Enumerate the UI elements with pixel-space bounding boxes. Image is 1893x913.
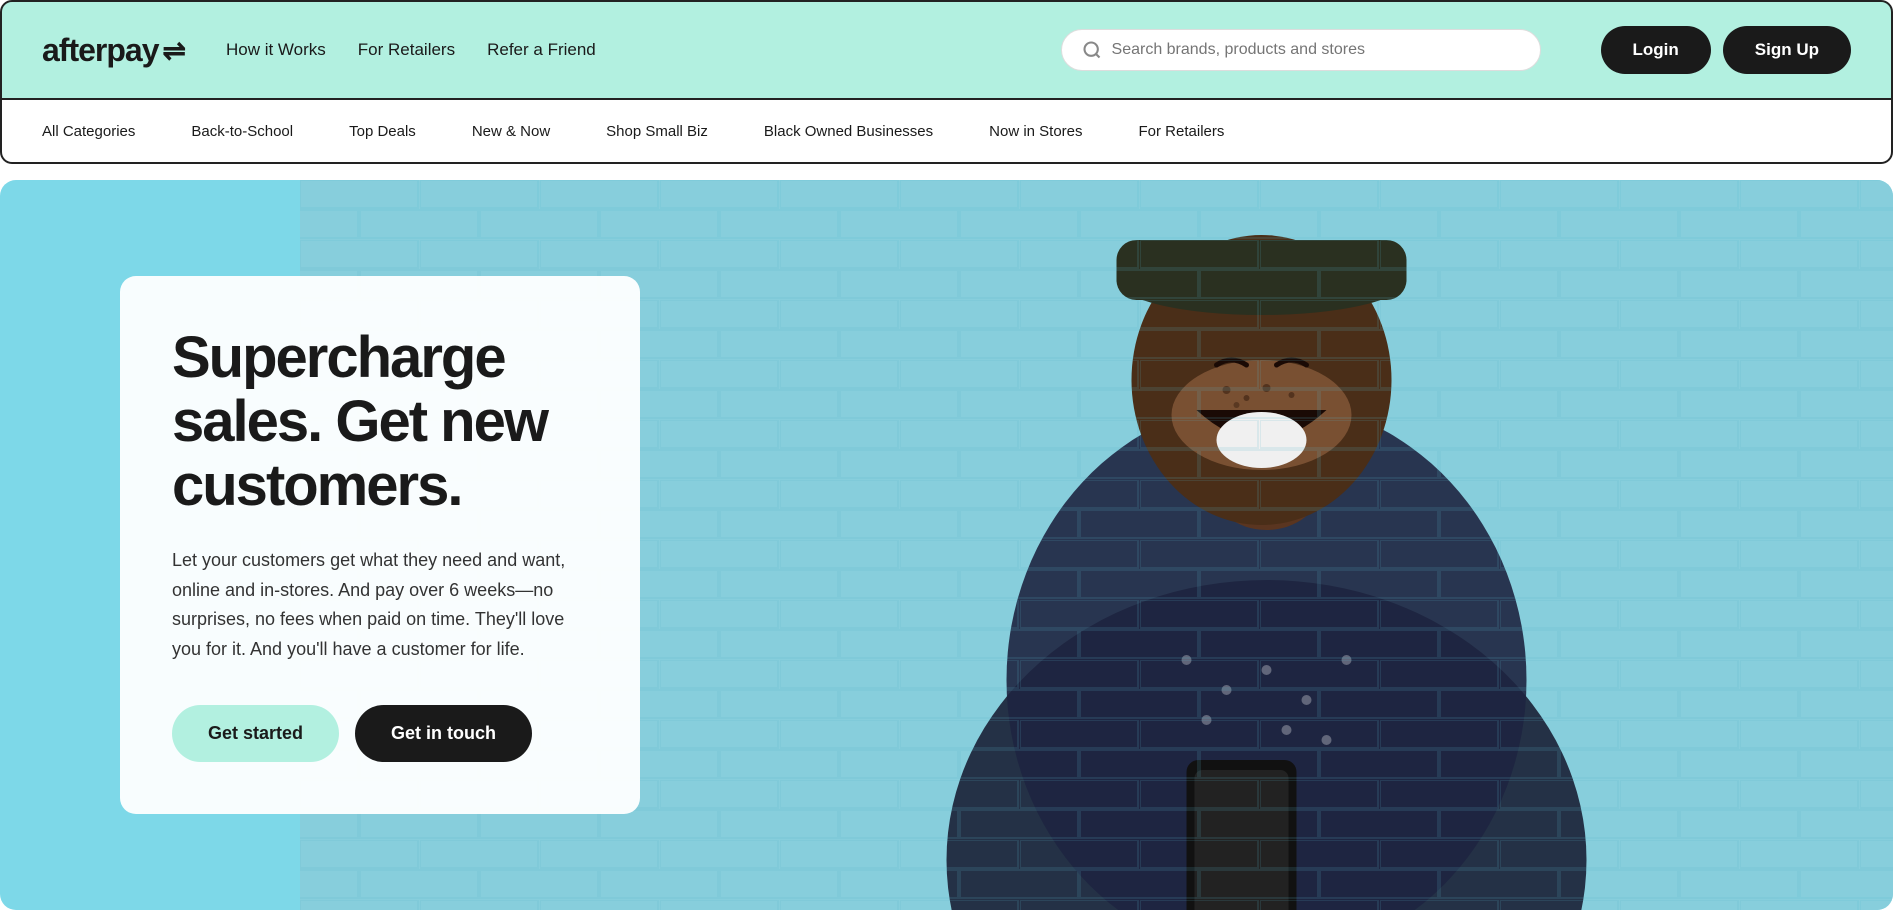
header: afterpay ⇌ How it Works For Retailers Re… <box>0 0 1893 100</box>
secondary-nav: All Categories Back-to-School Top Deals … <box>0 100 1893 164</box>
secondary-nav-black-owned[interactable]: Black Owned Businesses <box>736 100 961 162</box>
hero-title: Supercharge sales. Get new customers. <box>172 326 588 517</box>
secondary-nav-now-in-stores[interactable]: Now in Stores <box>961 100 1110 162</box>
header-actions: Login Sign Up <box>1601 26 1851 74</box>
login-button[interactable]: Login <box>1601 26 1711 74</box>
logo-text: afterpay <box>42 32 159 69</box>
secondary-nav-new-and-now[interactable]: New & Now <box>444 100 578 162</box>
secondary-nav-top-deals[interactable]: Top Deals <box>321 100 444 162</box>
nav-refer-a-friend[interactable]: Refer a Friend <box>487 40 596 60</box>
secondary-nav-back-to-school[interactable]: Back-to-School <box>163 100 321 162</box>
secondary-nav-all-categories[interactable]: All Categories <box>42 100 163 162</box>
get-started-button[interactable]: Get started <box>172 705 339 762</box>
header-nav: How it Works For Retailers Refer a Frien… <box>226 40 596 60</box>
signup-button[interactable]: Sign Up <box>1723 26 1851 74</box>
logo[interactable]: afterpay ⇌ <box>42 32 186 69</box>
hero-buttons: Get started Get in touch <box>172 705 588 762</box>
logo-icon: ⇌ <box>163 34 186 67</box>
hero-content-card: Supercharge sales. Get new customers. Le… <box>120 276 640 813</box>
nav-for-retailers[interactable]: For Retailers <box>358 40 455 60</box>
secondary-nav-shop-small-biz[interactable]: Shop Small Biz <box>578 100 736 162</box>
hero-description: Let your customers get what they need an… <box>172 546 588 665</box>
nav-how-it-works[interactable]: How it Works <box>226 40 326 60</box>
search-icon <box>1082 40 1102 60</box>
hero-section: Supercharge sales. Get new customers. Le… <box>0 180 1893 910</box>
secondary-nav-for-retailers[interactable]: For Retailers <box>1111 100 1253 162</box>
search-input[interactable] <box>1112 41 1520 59</box>
search-bar <box>1061 29 1541 71</box>
get-in-touch-button[interactable]: Get in touch <box>355 705 532 762</box>
